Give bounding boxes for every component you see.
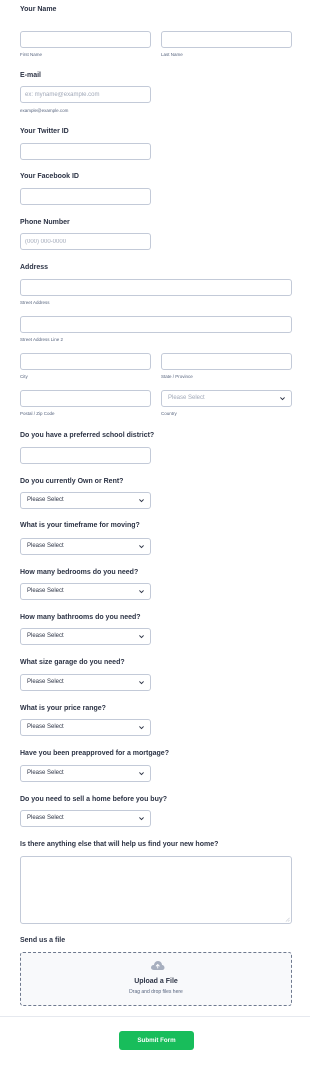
chevron-down-icon xyxy=(280,397,285,401)
bathrooms-label: How many bathrooms do you need? xyxy=(20,614,141,621)
preapproved-value: Please Select xyxy=(27,770,64,776)
chevron-down-icon xyxy=(139,545,144,549)
price-select[interactable]: Please Select xyxy=(20,719,151,736)
name-label: Your Name xyxy=(20,6,57,13)
zip-input[interactable] xyxy=(20,390,151,407)
city-sublabel: City xyxy=(20,374,28,379)
school-label: Do you have a preferred school district? xyxy=(20,432,155,439)
street-address-input[interactable] xyxy=(20,279,292,296)
chevron-down-icon xyxy=(139,590,144,594)
sell-first-select[interactable]: Please Select xyxy=(20,810,151,827)
own-rent-value: Please Select xyxy=(27,497,64,503)
submit-button[interactable]: Submit Form xyxy=(119,1031,194,1050)
sell-first-label: Do you need to sell a home before you bu… xyxy=(20,796,168,803)
bathrooms-select[interactable]: Please Select xyxy=(20,628,151,645)
chevron-down-icon xyxy=(139,635,144,639)
zip-sublabel: Postal / Zip Code xyxy=(20,411,55,416)
bathrooms-value: Please Select xyxy=(27,633,64,639)
phone-input[interactable] xyxy=(20,233,151,250)
email-label: E-mail xyxy=(20,72,42,79)
anything-else-label: Is there anything else that will help us… xyxy=(20,841,219,848)
street-address-sublabel: Street Address xyxy=(20,300,50,305)
own-rent-label: Do you currently Own or Rent? xyxy=(20,478,124,485)
chevron-down-icon xyxy=(139,681,144,685)
timeframe-select[interactable]: Please Select xyxy=(20,538,151,555)
file-label: Send us a file xyxy=(20,937,66,944)
preapproved-select[interactable]: Please Select xyxy=(20,765,151,782)
twitter-input[interactable] xyxy=(20,143,151,160)
state-sublabel: State / Province xyxy=(161,374,193,379)
street-address-line2-sublabel: Street Address Line 2 xyxy=(20,337,64,342)
country-select-value: Please Select xyxy=(168,395,205,401)
chevron-down-icon xyxy=(139,817,144,821)
last-name-input[interactable] xyxy=(161,31,292,48)
country-select[interactable]: Please Select xyxy=(161,390,292,407)
upload-subtitle: Drag and drop files here xyxy=(129,989,183,995)
timeframe-value: Please Select xyxy=(27,543,64,549)
phone-label: Phone Number xyxy=(20,219,70,226)
email-sublabel: example@example.com xyxy=(20,108,69,113)
address-label: Address xyxy=(20,264,49,271)
bedrooms-label: How many bedrooms do you need? xyxy=(20,569,139,576)
chevron-down-icon xyxy=(139,772,144,776)
first-name-sublabel: First Name xyxy=(20,52,43,57)
school-input[interactable] xyxy=(20,447,151,464)
upload-title: Upload a File xyxy=(134,978,178,985)
preapproved-label: Have you been preapproved for a mortgage… xyxy=(20,750,169,757)
garage-select[interactable]: Please Select xyxy=(20,674,151,691)
facebook-input[interactable] xyxy=(20,188,151,205)
email-input[interactable] xyxy=(20,86,151,103)
cloud-upload-icon xyxy=(151,961,165,970)
garage-value: Please Select xyxy=(27,679,64,685)
twitter-label: Your Twitter ID xyxy=(20,128,69,135)
street-address-line2-input[interactable] xyxy=(20,316,292,333)
own-rent-select[interactable]: Please Select xyxy=(20,492,151,509)
state-input[interactable] xyxy=(161,353,292,370)
resize-handle-icon[interactable] xyxy=(285,917,290,922)
bedrooms-select[interactable]: Please Select xyxy=(20,583,151,600)
chevron-down-icon xyxy=(139,499,144,503)
country-sublabel: Country xyxy=(161,411,177,416)
footer-divider xyxy=(0,1016,310,1017)
chevron-down-icon xyxy=(139,726,144,730)
price-label: What is your price range? xyxy=(20,705,106,712)
garage-label: What size garage do you need? xyxy=(20,659,125,666)
city-input[interactable] xyxy=(20,353,151,370)
file-upload-dropzone[interactable]: Upload a File Drag and drop files here xyxy=(20,952,292,1006)
bedrooms-value: Please Select xyxy=(27,588,64,594)
price-value: Please Select xyxy=(27,724,64,730)
last-name-sublabel: Last Name xyxy=(161,52,183,57)
facebook-label: Your Facebook ID xyxy=(20,173,79,180)
anything-else-textarea[interactable] xyxy=(20,856,292,924)
timeframe-label: What is your timeframe for moving? xyxy=(20,522,140,529)
sell-first-value: Please Select xyxy=(27,815,64,821)
first-name-input[interactable] xyxy=(20,31,151,48)
